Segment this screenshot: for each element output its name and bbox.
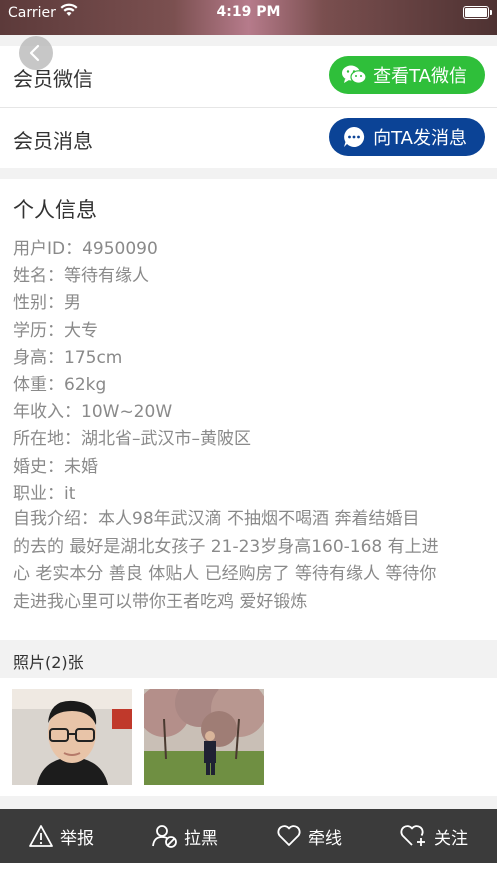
- occupation: 职业：it: [13, 483, 76, 504]
- name: 姓名：等待有缘人: [13, 266, 149, 287]
- photo-thumbnail-garden[interactable]: [144, 689, 264, 785]
- annual-income: 年收入：10W~20W: [13, 402, 173, 423]
- photo-thumbnail-portrait[interactable]: [12, 689, 132, 785]
- contact-actions-section: 会员微信 查看TA微信 会员消息 向TA发消息: [0, 46, 497, 168]
- intro-line: 走进我心里可以带你王者吃鸡 爱好锻炼: [13, 591, 308, 612]
- follow-label: 关注: [434, 828, 468, 849]
- intro-line: 心 老实本分 善良 体贴人 已经购房了 等待有缘人 等待你: [13, 564, 437, 584]
- match-button[interactable]: 牵线: [276, 809, 342, 863]
- photos-header: 照片(2)张: [0, 640, 497, 678]
- back-button[interactable]: [19, 36, 53, 70]
- photo-gallery: [0, 678, 497, 796]
- battery-icon: [463, 6, 492, 19]
- view-wechat-label: 查看TA微信: [373, 66, 467, 87]
- location: 所在地：湖北省–武汉市–黄陂区: [13, 429, 251, 450]
- status-time: 4:19 PM: [216, 4, 281, 20]
- send-message-label: 向TA发消息: [373, 128, 467, 149]
- gender: 性别：男: [13, 293, 81, 314]
- self-introduction: 自我介绍：本人98年武汉滴 不抽烟不喝酒 奔着结婚目 的去的 最好是湖北女孩子 …: [13, 506, 488, 616]
- chat-bubble-icon: [341, 124, 367, 150]
- warning-triangle-icon: [29, 825, 53, 847]
- bottom-action-bar: 举报 拉黑 牵线 关注: [0, 809, 497, 863]
- block-user-icon: [152, 825, 177, 848]
- send-message-button[interactable]: 向TA发消息: [329, 118, 485, 156]
- height: 身高：175cm: [13, 347, 123, 368]
- match-label: 牵线: [308, 828, 342, 849]
- wechat-row: 会员微信 查看TA微信: [0, 46, 497, 106]
- chevron-left-icon: [29, 44, 40, 62]
- intro-line: 的去的 最好是湖北女孩子 21-23岁身高160-168 有上进: [13, 536, 439, 557]
- message-label: 会员消息: [13, 129, 93, 153]
- follow-button[interactable]: 关注: [400, 809, 468, 863]
- view-wechat-button[interactable]: 查看TA微信: [329, 56, 485, 94]
- block-button[interactable]: 拉黑: [152, 809, 218, 863]
- report-label: 举报: [60, 828, 94, 849]
- block-label: 拉黑: [184, 828, 218, 849]
- profile-details: 用户ID：4950090 姓名：等待有缘人 性别：男 学历：大专 身高：175c…: [13, 236, 488, 508]
- wechat-icon: [341, 62, 367, 88]
- marital-status: 婚史：未婚: [13, 456, 98, 477]
- heart-outline-icon: [277, 825, 301, 846]
- personal-info-title: 个人信息: [13, 198, 97, 222]
- photos-count-label: 照片(2)张: [13, 653, 84, 672]
- heart-plus-icon: [400, 825, 425, 846]
- home-indicator-area: [0, 863, 497, 883]
- status-bar: Carrier 4:19 PM: [0, 0, 497, 26]
- weight: 体重：62kg: [13, 375, 107, 396]
- intro-line: 自我介绍：本人98年武汉滴 不抽烟不喝酒 奔着结婚目: [13, 509, 420, 529]
- report-button[interactable]: 举报: [28, 809, 94, 863]
- education: 学历：大专: [13, 320, 98, 341]
- user-id: 用户ID：4950090: [13, 239, 158, 259]
- wechat-label: 会员微信: [13, 67, 93, 91]
- message-row: 会员消息 向TA发消息: [0, 108, 497, 168]
